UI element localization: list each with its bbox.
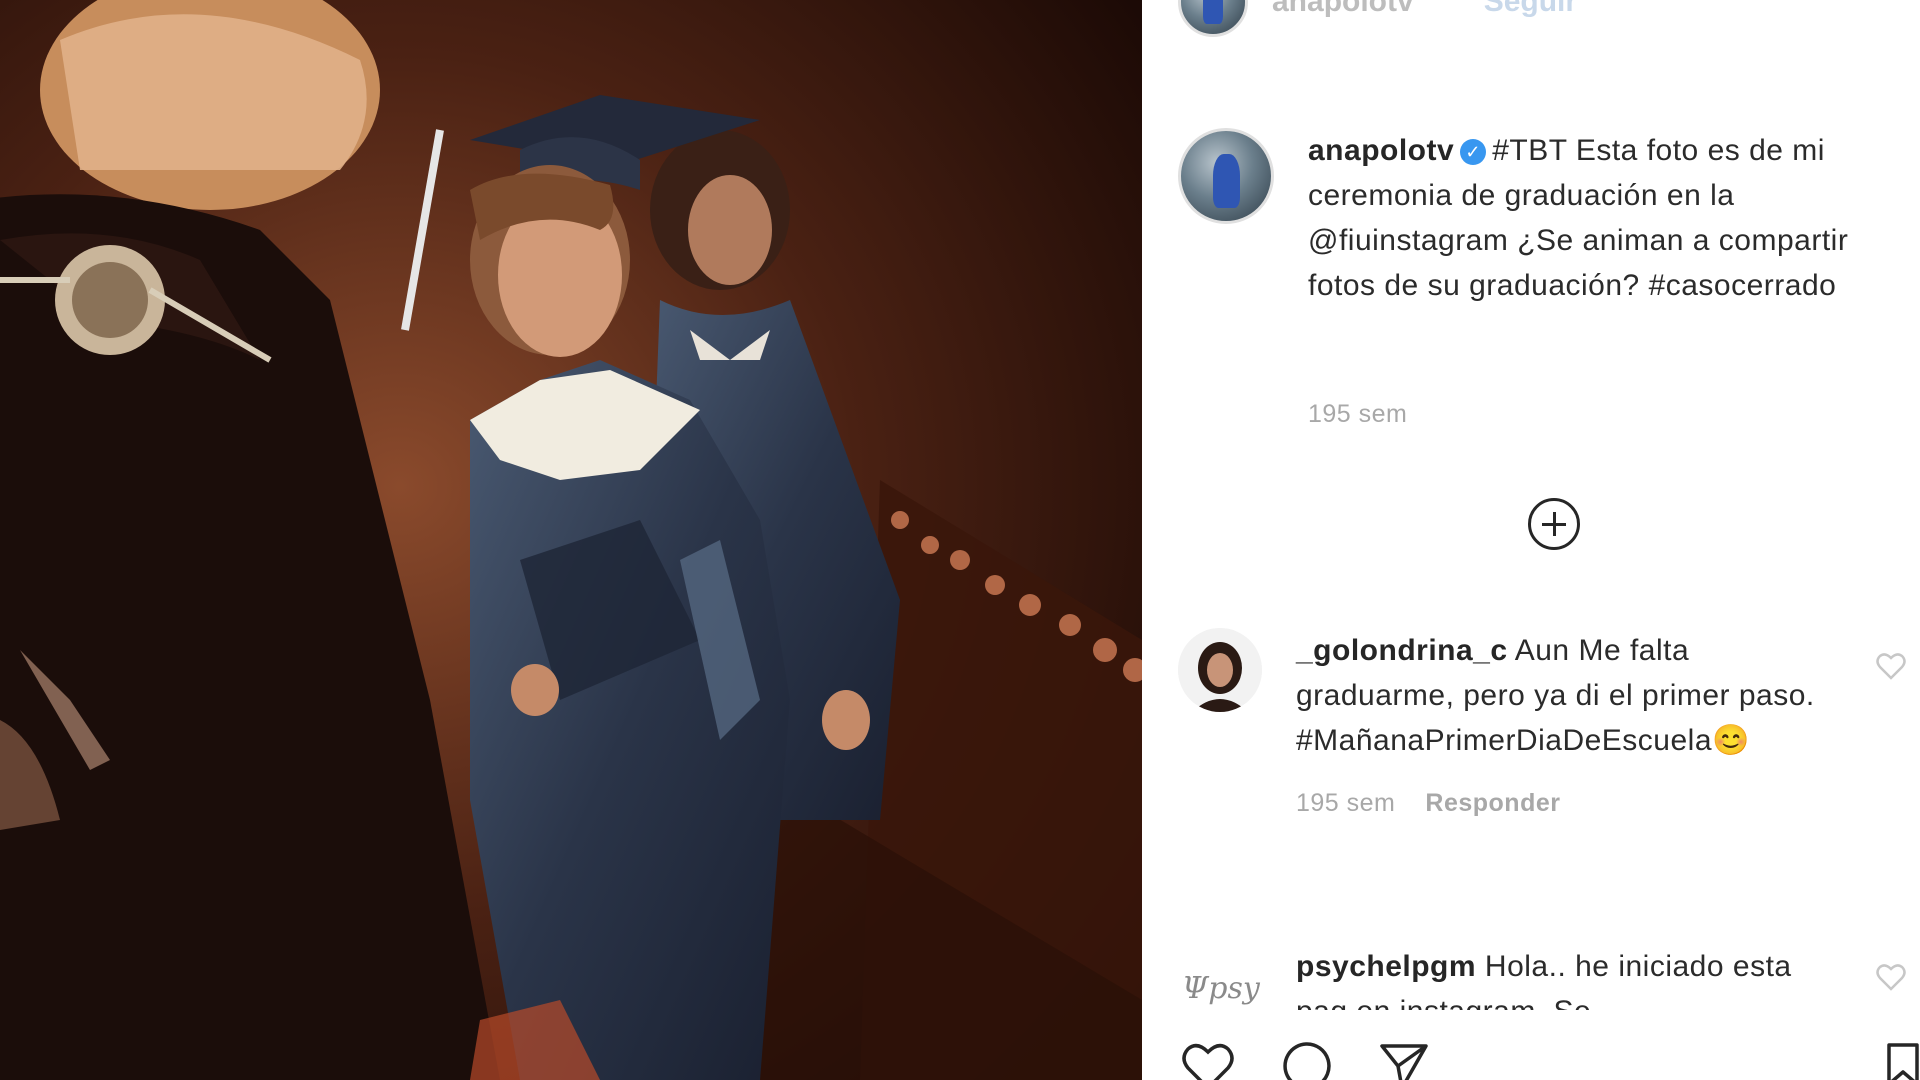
comment-icon[interactable] bbox=[1280, 1040, 1332, 1080]
caption-timestamp[interactable]: 195 sem bbox=[1308, 400, 1407, 429]
caption-text: anapolotv ✓ #TBT Esta foto es de mi ceremo… bbox=[1308, 128, 1908, 308]
comment-username[interactable]: psychelpgm bbox=[1296, 950, 1476, 983]
post-header: anapolotv Seguir bbox=[1178, 0, 1577, 37]
heart-icon[interactable] bbox=[1876, 652, 1906, 680]
header-username[interactable]: anapolotv bbox=[1272, 0, 1414, 19]
caption-avatar[interactable] bbox=[1178, 128, 1274, 224]
svg-text:Ψpsy: Ψpsy bbox=[1182, 971, 1261, 1006]
comment-content: psychelpgm Hola.. he iniciado esta pag e… bbox=[1296, 944, 1836, 1010]
caption: anapolotv ✓ #TBT Esta foto es de mi ceremo… bbox=[1178, 128, 1908, 308]
heart-icon[interactable] bbox=[1182, 1040, 1234, 1080]
graduation-photo-illustration bbox=[0, 0, 1142, 1080]
bookmark-icon[interactable] bbox=[1886, 1042, 1920, 1080]
post-side-panel: anapolotv Seguir anapolotv ✓ #TBT Esta fot… bbox=[1142, 0, 1920, 1080]
instagram-post-view: anapolotv Seguir anapolotv ✓ #TBT Esta fot… bbox=[0, 0, 1920, 1080]
comment-item: Ψpsy psychelpgm Hola.. he iniciado esta … bbox=[1178, 944, 1836, 1010]
post-photo[interactable] bbox=[0, 0, 1142, 1080]
avatar-logo-icon: Ψpsy bbox=[1182, 971, 1261, 1006]
follow-button[interactable]: Seguir bbox=[1484, 0, 1577, 19]
caption-username[interactable]: anapolotv bbox=[1308, 134, 1454, 167]
header-avatar[interactable] bbox=[1178, 0, 1248, 37]
verified-badge-icon: ✓ bbox=[1460, 139, 1487, 165]
comment-username[interactable]: _golondrina_c bbox=[1296, 634, 1508, 667]
plus-circle-icon[interactable] bbox=[1528, 498, 1580, 550]
comment-avatar[interactable]: Ψpsy bbox=[1178, 944, 1262, 1010]
avatar-woman-icon bbox=[1178, 628, 1262, 712]
paper-plane-icon[interactable] bbox=[1378, 1040, 1430, 1080]
post-action-bar bbox=[1182, 1040, 1430, 1080]
heart-icon[interactable] bbox=[1876, 963, 1906, 991]
comment-avatar[interactable] bbox=[1178, 628, 1262, 712]
comments-scroll-clip: Ψpsy psychelpgm Hola.. he iniciado esta … bbox=[1142, 760, 1920, 1010]
